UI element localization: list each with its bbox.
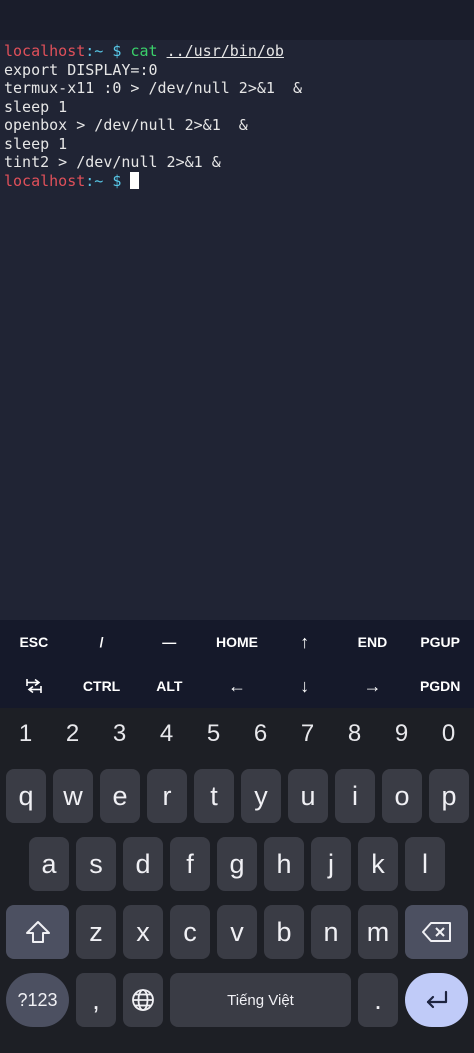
dash-key[interactable]: — bbox=[135, 620, 203, 664]
ctrl-key[interactable]: CTRL bbox=[68, 664, 136, 708]
slash-key[interactable]: / bbox=[68, 620, 136, 664]
arrow-left-key[interactable]: ← bbox=[203, 664, 271, 708]
key-5[interactable]: 5 bbox=[190, 708, 237, 760]
key-d[interactable]: d bbox=[123, 837, 163, 891]
key-6[interactable]: 6 bbox=[237, 708, 284, 760]
keyboard-row-q: q w e r t y u i o p bbox=[0, 769, 474, 823]
key-7[interactable]: 7 bbox=[284, 708, 331, 760]
enter-key[interactable] bbox=[405, 973, 468, 1027]
language-key[interactable] bbox=[123, 973, 163, 1027]
key-2[interactable]: 2 bbox=[49, 708, 96, 760]
soft-keyboard: 1 2 3 4 5 6 7 8 9 0 q w e r t y u i o p … bbox=[0, 708, 474, 1053]
keyboard-number-row: 1 2 3 4 5 6 7 8 9 0 bbox=[0, 708, 474, 760]
key-i[interactable]: i bbox=[335, 769, 375, 823]
status-bar bbox=[0, 0, 474, 40]
esc-key[interactable]: ESC bbox=[0, 620, 68, 664]
extra-keys-row-1: ESC / — HOME ↑ END PGUP bbox=[0, 620, 474, 664]
prompt-separator: :~ $ bbox=[85, 42, 131, 60]
terminal-output-line: tint2 > /dev/null 2>&1 & bbox=[4, 153, 221, 171]
terminal-line-prompt: localhost:~ $ bbox=[4, 171, 474, 191]
keyboard-row-bottom: ?123 , Tiếng Việt . bbox=[0, 973, 474, 1027]
end-key[interactable]: END bbox=[339, 620, 407, 664]
command-text: cat bbox=[130, 42, 158, 60]
key-h[interactable]: h bbox=[264, 837, 304, 891]
key-e[interactable]: e bbox=[100, 769, 140, 823]
key-r[interactable]: r bbox=[147, 769, 187, 823]
tab-key[interactable] bbox=[0, 664, 68, 708]
key-l[interactable]: l bbox=[405, 837, 445, 891]
extra-keys-row-2: CTRL ALT ← ↓ → PGDN bbox=[0, 664, 474, 708]
terminal-view[interactable]: localhost:~ $ cat ../usr/bin/ob export D… bbox=[0, 42, 474, 620]
key-v[interactable]: v bbox=[217, 905, 257, 959]
pgdn-key[interactable]: PGDN bbox=[406, 664, 474, 708]
key-c[interactable]: c bbox=[170, 905, 210, 959]
prompt-separator: :~ $ bbox=[85, 171, 131, 190]
key-z[interactable]: z bbox=[76, 905, 116, 959]
prompt-host: localhost bbox=[4, 171, 86, 190]
space-key[interactable]: Tiếng Việt bbox=[170, 973, 351, 1027]
arrow-up-key[interactable]: ↑ bbox=[271, 620, 339, 664]
keyboard-row-z: z x c v b n m bbox=[0, 905, 474, 959]
key-g[interactable]: g bbox=[217, 837, 257, 891]
key-8[interactable]: 8 bbox=[331, 708, 378, 760]
shift-icon bbox=[25, 921, 50, 943]
key-1[interactable]: 1 bbox=[2, 708, 49, 760]
key-9[interactable]: 9 bbox=[378, 708, 425, 760]
key-t[interactable]: t bbox=[194, 769, 234, 823]
terminal-cursor bbox=[130, 171, 140, 189]
comma-key[interactable]: , bbox=[76, 973, 116, 1027]
terminal-output-line: sleep 1 bbox=[4, 134, 68, 153]
key-s[interactable]: s bbox=[76, 837, 116, 891]
arrow-down-key[interactable]: ↓ bbox=[271, 664, 339, 708]
key-0[interactable]: 0 bbox=[425, 708, 472, 760]
key-4[interactable]: 4 bbox=[143, 708, 190, 760]
symbols-key[interactable]: ?123 bbox=[6, 973, 69, 1027]
alt-key[interactable]: ALT bbox=[135, 664, 203, 708]
key-f[interactable]: f bbox=[170, 837, 210, 891]
key-u[interactable]: u bbox=[288, 769, 328, 823]
globe-icon bbox=[132, 989, 154, 1011]
arrow-right-key[interactable]: → bbox=[339, 664, 407, 708]
key-x[interactable]: x bbox=[123, 905, 163, 959]
tab-icon bbox=[26, 678, 42, 694]
key-o[interactable]: o bbox=[382, 769, 422, 823]
terminal-output-line: export DISPLAY=:0 bbox=[4, 60, 158, 79]
key-j[interactable]: j bbox=[311, 837, 351, 891]
key-a[interactable]: a bbox=[29, 837, 69, 891]
enter-icon bbox=[426, 990, 447, 1009]
keyboard-row-a: a s d f g h j k l bbox=[0, 837, 474, 891]
backspace-key[interactable] bbox=[405, 905, 468, 959]
extra-keys-bar: ESC / — HOME ↑ END PGUP CTRL ALT ← ↓ → P… bbox=[0, 620, 474, 708]
terminal-output-line: termux-x11 :0 > /dev/null 2>&1 & bbox=[4, 79, 303, 97]
key-p[interactable]: p bbox=[429, 769, 469, 823]
key-b[interactable]: b bbox=[264, 905, 304, 959]
command-path: ../usr/bin/ob bbox=[166, 42, 284, 60]
key-m[interactable]: m bbox=[358, 905, 398, 959]
key-k[interactable]: k bbox=[358, 837, 398, 891]
terminal-output-line: sleep 1 bbox=[4, 97, 68, 116]
terminal-output-line: openbox > /dev/null 2>&1 & bbox=[4, 116, 248, 134]
key-q[interactable]: q bbox=[6, 769, 46, 823]
key-y[interactable]: y bbox=[241, 769, 281, 823]
backspace-icon bbox=[421, 922, 451, 942]
period-key[interactable]: . bbox=[358, 973, 398, 1027]
key-3[interactable]: 3 bbox=[96, 708, 143, 760]
key-w[interactable]: w bbox=[53, 769, 93, 823]
home-key[interactable]: HOME bbox=[203, 620, 271, 664]
terminal-line-command: localhost:~ $ cat ../usr/bin/ob bbox=[4, 42, 474, 61]
prompt-host: localhost bbox=[4, 42, 86, 60]
shift-key[interactable] bbox=[6, 905, 69, 959]
key-n[interactable]: n bbox=[311, 905, 351, 959]
pgup-key[interactable]: PGUP bbox=[406, 620, 474, 664]
